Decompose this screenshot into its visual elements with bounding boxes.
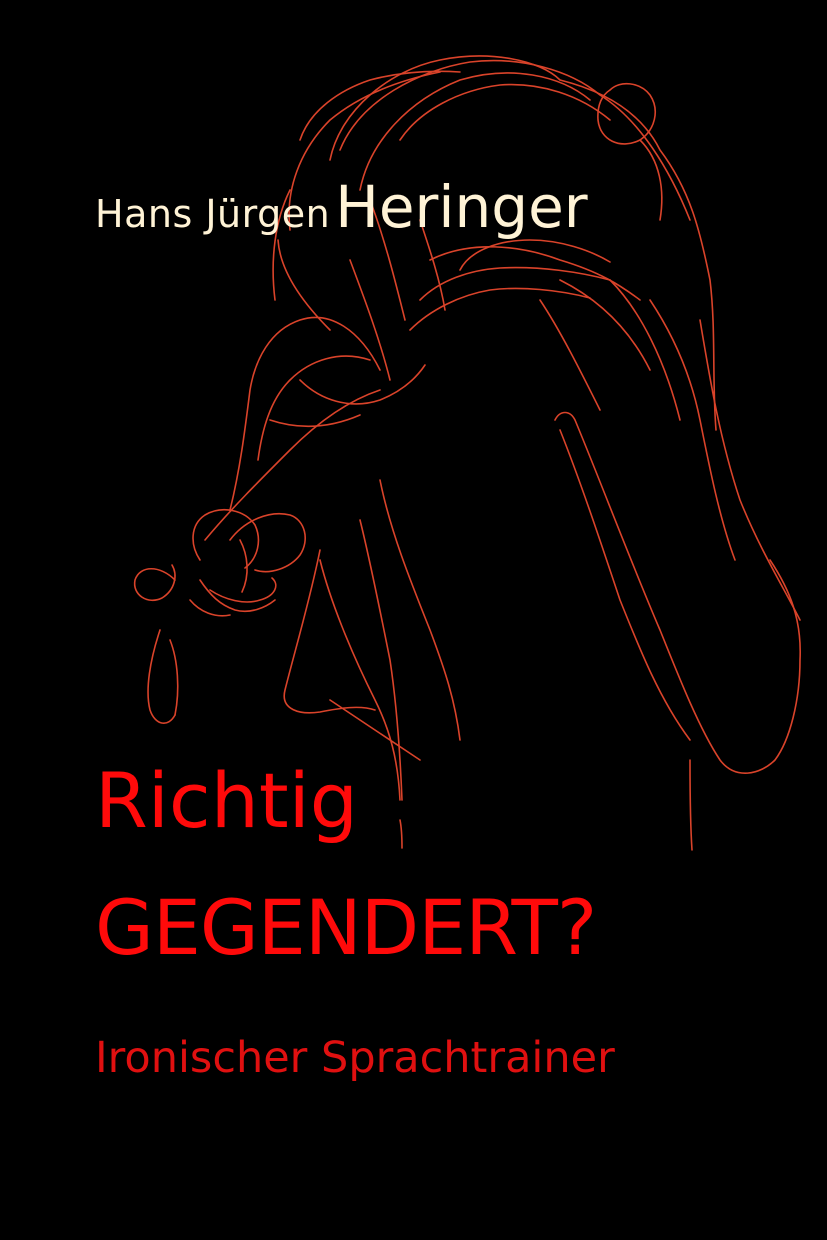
author-given-names: Hans Jürgen [95,192,331,236]
book-cover: Hans Jürgen Heringer Richtig GEGENDERT? … [0,0,827,1240]
author-name: Hans Jürgen Heringer [95,178,588,236]
book-title-line-1: Richtig [95,756,359,845]
book-subtitle: Ironischer Sprachtrainer [95,1033,615,1083]
book-title-line-2: GEGENDERT? [95,883,597,972]
author-family-name: Heringer [335,173,588,241]
